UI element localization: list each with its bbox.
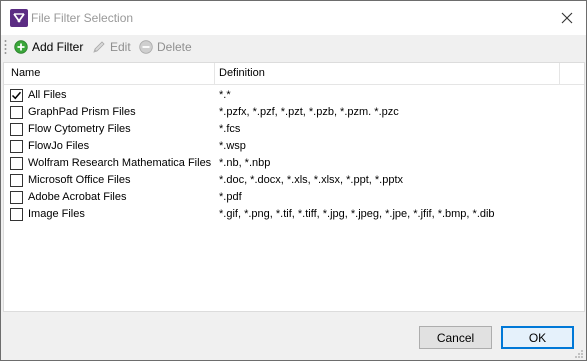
filter-name: Image Files xyxy=(28,208,85,220)
column-divider[interactable] xyxy=(214,63,215,85)
delete-label: Delete xyxy=(157,40,192,54)
list-header: Name Definition xyxy=(4,63,584,85)
filter-name: Wolfram Research Mathematica Files xyxy=(28,157,212,169)
filter-checkbox[interactable] xyxy=(10,89,23,102)
cancel-button[interactable]: Cancel xyxy=(419,326,492,349)
filter-checkbox[interactable] xyxy=(10,106,23,119)
filter-checkbox[interactable] xyxy=(10,174,23,187)
filter-name: Flow Cytometry Files xyxy=(28,123,131,135)
filter-list[interactable]: Name Definition All Files *.* GraphPad P… xyxy=(3,62,585,312)
ok-button[interactable]: OK xyxy=(501,326,574,349)
file-filter-dialog: File Filter Selection Add Filter Edit De… xyxy=(0,0,587,361)
column-header-definition[interactable]: Definition xyxy=(219,67,265,79)
list-item[interactable]: Microsoft Office Files *.doc, *.docx, *.… xyxy=(4,172,584,189)
filter-definition: *.pzfx, *.pzf, *.pzt, *.pzb, *.pzm. *.pz… xyxy=(219,106,399,118)
list-item[interactable]: Flow Cytometry Files *.fcs xyxy=(4,121,584,138)
filter-checkbox[interactable] xyxy=(10,191,23,204)
list-item[interactable]: GraphPad Prism Files *.pzfx, *.pzf, *.pz… xyxy=(4,104,584,121)
list-item[interactable]: Wolfram Research Mathematica Files *.nb,… xyxy=(4,155,584,172)
filter-definition: *.gif, *.png, *.tif, *.tiff, *.jpg, *.jp… xyxy=(219,208,495,220)
filter-checkbox[interactable] xyxy=(10,157,23,170)
filter-definition: *.doc, *.docx, *.xls, *.xlsx, *.ppt, *.p… xyxy=(219,174,404,186)
column-divider[interactable] xyxy=(559,63,560,85)
filter-definition: *.fcs xyxy=(219,123,241,135)
resize-grip-icon[interactable] xyxy=(574,348,584,358)
filter-name: Adobe Acrobat Files xyxy=(28,191,127,203)
toolbar-grip-icon[interactable] xyxy=(4,39,7,55)
title-bar: File Filter Selection xyxy=(1,1,586,35)
filter-checkbox[interactable] xyxy=(10,123,23,136)
filter-name: All Files xyxy=(28,89,67,101)
close-button[interactable] xyxy=(554,5,580,31)
add-filter-button[interactable]: Add Filter xyxy=(14,38,83,56)
edit-icon xyxy=(93,41,105,53)
filter-name: Microsoft Office Files xyxy=(28,174,131,186)
edit-label: Edit xyxy=(110,40,131,54)
window-title: File Filter Selection xyxy=(31,11,134,25)
delete-icon xyxy=(139,40,153,54)
toolbar: Add Filter Edit Delete xyxy=(1,35,586,59)
close-icon xyxy=(561,12,573,24)
filter-checkbox[interactable] xyxy=(10,208,23,221)
checkmark-icon xyxy=(11,91,22,100)
app-icon xyxy=(10,9,28,27)
add-icon xyxy=(14,40,28,54)
delete-button[interactable]: Delete xyxy=(139,38,192,56)
filter-name: GraphPad Prism Files xyxy=(28,106,136,118)
edit-button[interactable]: Edit xyxy=(92,38,131,56)
filter-definition: *.wsp xyxy=(219,140,246,152)
filter-name: FlowJo Files xyxy=(28,140,90,152)
column-header-name[interactable]: Name xyxy=(11,67,40,79)
filter-definition: *.* xyxy=(219,89,231,101)
filter-definition: *.pdf xyxy=(219,191,242,203)
list-item[interactable]: Adobe Acrobat Files *.pdf xyxy=(4,189,584,206)
list-item[interactable]: All Files *.* xyxy=(4,87,584,104)
list-item[interactable]: FlowJo Files *.wsp xyxy=(4,138,584,155)
filter-definition: *.nb, *.nbp xyxy=(219,157,271,169)
list-item[interactable]: Image Files *.gif, *.png, *.tif, *.tiff,… xyxy=(4,206,584,223)
filter-checkbox[interactable] xyxy=(10,140,23,153)
add-filter-label: Add Filter xyxy=(32,40,84,54)
